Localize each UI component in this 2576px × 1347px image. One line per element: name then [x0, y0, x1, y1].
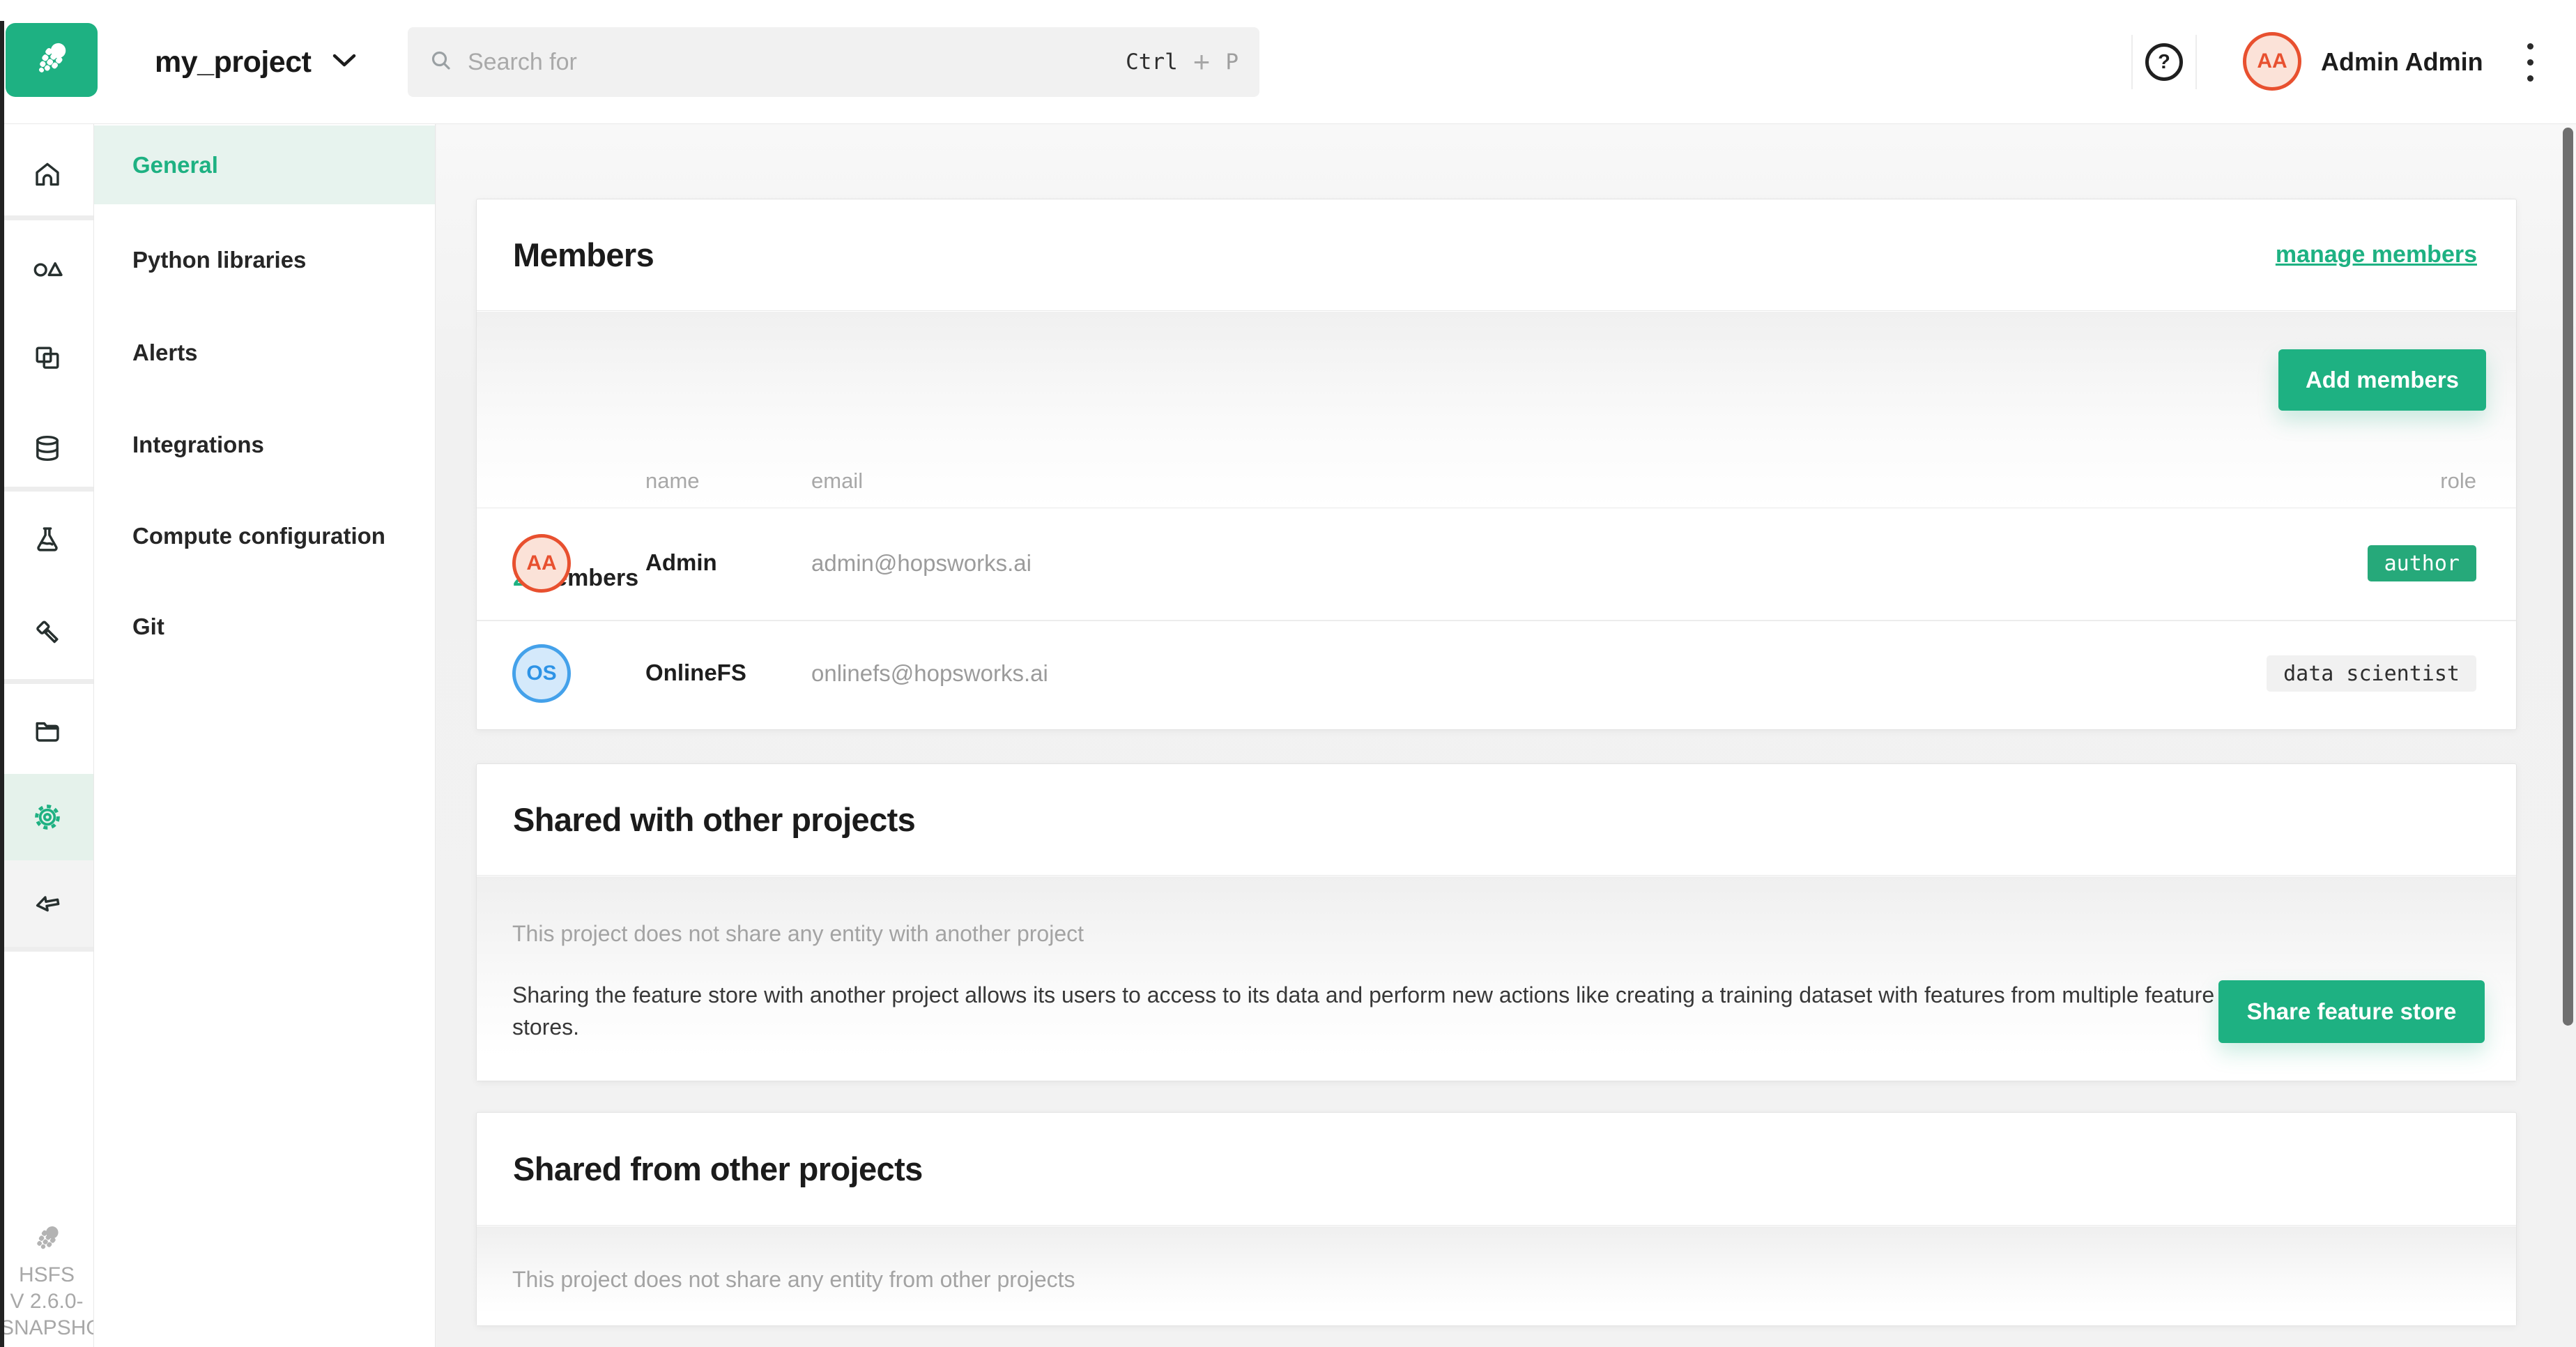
search-input[interactable] — [468, 49, 1113, 76]
vertical-scrollbar-thumb[interactable] — [2563, 128, 2573, 1026]
member-avatar: OS — [512, 644, 571, 703]
home-icon — [31, 158, 63, 190]
database-icon — [31, 432, 63, 464]
settings-menu: General Python libraries Alerts Integrat… — [94, 124, 436, 1347]
members-summary-strip — [477, 312, 2516, 508]
topbar-divider — [2131, 35, 2133, 89]
shared-from-body — [477, 1226, 2516, 1325]
share-feature-store-button[interactable]: Share feature store — [2218, 980, 2485, 1043]
user-name[interactable]: Admin Admin — [2321, 0, 2483, 124]
shared-from-header: Shared from other projects — [477, 1113, 2516, 1226]
member-role-badge: data scientist — [2267, 655, 2476, 692]
sidebar-item-jobs[interactable] — [0, 588, 94, 674]
sidebar-divider — [0, 487, 94, 492]
sidebar-divider — [0, 215, 94, 220]
sidebar-item-files[interactable] — [0, 687, 94, 774]
search-icon — [427, 47, 455, 78]
member-avatar: AA — [512, 534, 571, 593]
hops-cone-icon — [29, 36, 75, 85]
hops-cone-gray-icon — [0, 1220, 93, 1258]
arrow-left-icon — [31, 888, 63, 920]
help-icon[interactable]: ? — [2145, 43, 2183, 81]
member-name: Admin — [645, 549, 717, 576]
window-left-edge — [0, 21, 4, 1347]
members-card: Members manage members 2members Add memb… — [476, 199, 2517, 730]
help-glyph: ? — [2158, 51, 2170, 74]
column-header-name: name — [645, 469, 700, 494]
column-header-role: role — [2440, 469, 2476, 494]
sidebar-item-storage[interactable] — [0, 405, 94, 492]
sidebar-item-compare[interactable] — [0, 314, 94, 401]
sidebar-icon-rail: HSFS V 2.6.0- SNAPSHOT — [0, 124, 94, 1347]
table-divider — [477, 620, 2516, 621]
chevron-down-icon — [330, 52, 358, 73]
menu-item-integrations[interactable]: Integrations — [94, 405, 435, 484]
kebab-menu-icon[interactable] — [2515, 0, 2545, 124]
user-initials: AA — [2257, 50, 2287, 73]
member-initials: AA — [526, 551, 556, 575]
gavel-icon — [31, 615, 63, 647]
search-shortcut-hint: Ctrl + P — [1126, 47, 1239, 77]
shared-with-body — [477, 876, 2516, 1081]
menu-item-python-libraries[interactable]: Python libraries — [94, 220, 435, 299]
menu-item-alerts[interactable]: Alerts — [94, 313, 435, 392]
user-avatar[interactable]: AA — [2243, 32, 2301, 91]
sidebar-item-home[interactable] — [0, 131, 94, 218]
top-bar: my_project Ctrl + P ? — [0, 0, 2576, 124]
project-name: my_project — [155, 45, 311, 79]
circle-triangle-icon — [31, 252, 63, 284]
version-line: SNAPSHOT — [0, 1315, 93, 1341]
shared-from-title: Shared from other projects — [513, 1150, 923, 1188]
hsfs-version-label: HSFS V 2.6.0- SNAPSHOT — [0, 1220, 93, 1341]
global-search-bar: Ctrl + P — [408, 27, 1259, 97]
version-line: V 2.6.0- — [0, 1288, 93, 1315]
shared-with-title: Shared with other projects — [513, 800, 915, 839]
shared-with-header: Shared with other projects — [477, 764, 2516, 876]
overlapping-squares-icon — [31, 342, 63, 374]
member-initials: OS — [526, 662, 556, 685]
member-email: admin@hopsworks.ai — [811, 550, 1032, 577]
sidebar-item-experiments[interactable] — [0, 496, 94, 582]
sidebar-item-feature-store[interactable] — [0, 224, 94, 311]
sidebar-divider — [0, 679, 94, 684]
menu-item-compute-configuration[interactable]: Compute configuration — [94, 496, 435, 575]
plus-icon: + — [1193, 47, 1211, 77]
gear-icon — [31, 801, 63, 833]
shortcut-key: P — [1225, 50, 1239, 75]
sidebar-item-settings[interactable] — [0, 774, 94, 860]
members-card-header: Members manage members — [477, 199, 2516, 311]
shared-from-card: Shared from other projects — [476, 1112, 2517, 1326]
folder-icon — [31, 715, 63, 747]
menu-item-git[interactable]: Git — [94, 587, 435, 666]
members-title: Members — [513, 236, 654, 274]
hopsworks-project-settings-page: my_project Ctrl + P ? — [0, 0, 2576, 1347]
sidebar-divider — [0, 947, 94, 952]
sidebar-item-back[interactable] — [0, 860, 94, 947]
version-line: HSFS — [0, 1262, 93, 1288]
column-header-email: email — [811, 469, 863, 494]
project-switcher[interactable]: my_project — [155, 0, 358, 124]
menu-item-general[interactable]: General — [94, 125, 435, 204]
flask-icon — [31, 523, 63, 555]
member-email: onlinefs@hopsworks.ai — [811, 660, 1048, 687]
shared-with-card: Shared with other projects — [476, 763, 2517, 1081]
add-members-button[interactable]: Add members — [2278, 349, 2486, 411]
member-name: OnlineFS — [645, 660, 746, 686]
manage-members-link[interactable]: manage members — [2276, 241, 2477, 268]
topbar-divider — [2195, 35, 2197, 89]
member-role-badge: author — [2368, 545, 2476, 581]
hopsworks-logo[interactable] — [6, 23, 98, 97]
shortcut-ctrl: Ctrl — [1126, 50, 1178, 75]
